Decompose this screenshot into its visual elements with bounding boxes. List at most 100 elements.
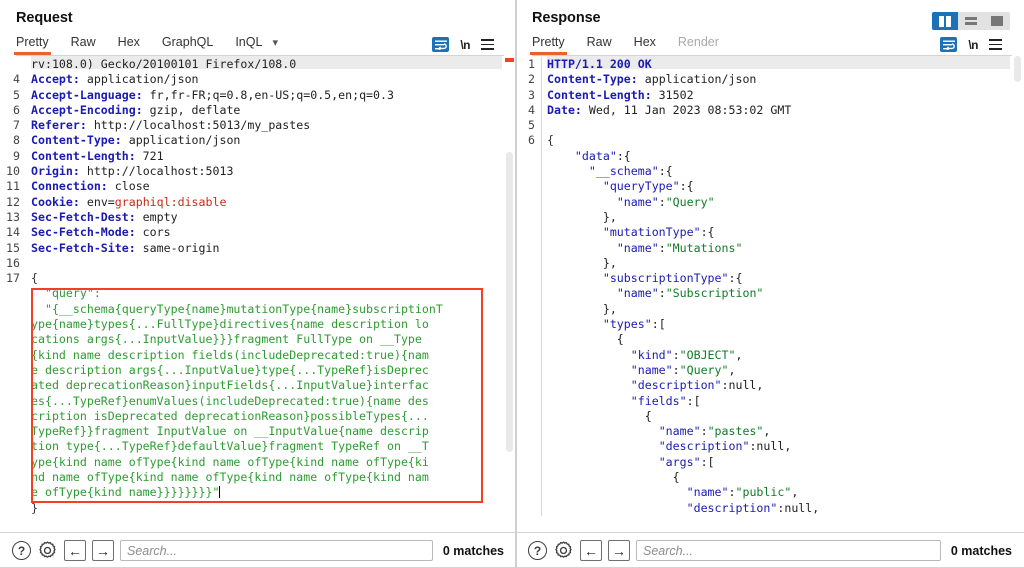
word-wrap-icon[interactable]	[940, 37, 957, 52]
code-text: Sec-Fetch-Mode: cors	[31, 225, 171, 240]
code-line: rv:108.0) Gecko/20100101 Firefox/108.0	[0, 57, 516, 72]
code-line: TypeRef}}fragment InputValue on __InputV…	[0, 424, 516, 439]
code-line: },	[516, 302, 1024, 317]
code-text: Sec-Fetch-Dest: empty	[31, 210, 178, 225]
line-number	[516, 195, 542, 210]
line-number: 16	[0, 256, 26, 271]
line-number	[0, 317, 26, 332]
code-text: "__schema":{	[547, 164, 673, 179]
chevron-down-icon[interactable]: ▾	[272, 36, 278, 53]
code-line: e ofType{kind name}}}}}}}}"	[0, 485, 516, 500]
code-text: {	[31, 271, 38, 286]
single-pane-view-button[interactable]	[984, 12, 1010, 30]
code-text: Accept-Encoding: gzip, deflate	[31, 103, 240, 118]
match-count-label: 0 matches	[951, 544, 1012, 558]
line-number	[0, 455, 26, 470]
request-panel: Request Pretty Raw Hex GraphQL InQL ▾	[0, 0, 516, 568]
line-number: 12	[0, 195, 26, 210]
gear-icon[interactable]	[553, 540, 574, 561]
tab-request-hex[interactable]: Hex	[118, 35, 140, 54]
line-number	[0, 348, 26, 363]
code-text: "description":null,	[547, 439, 791, 454]
line-number	[0, 394, 26, 409]
tab-response-pretty[interactable]: Pretty	[532, 35, 565, 54]
help-icon[interactable]: ?	[528, 541, 547, 560]
split-columns-view-button[interactable]	[932, 12, 958, 30]
code-text: ated deprecationReason}inputFields{...In…	[31, 378, 429, 393]
code-line: "name":"Query",	[516, 363, 1024, 378]
code-text: "types":[	[547, 317, 666, 332]
code-text: es{...TypeRef}enumValues(includeDeprecat…	[31, 394, 429, 409]
line-number	[516, 271, 542, 286]
response-scrollbar-thumb[interactable]	[1014, 56, 1021, 82]
response-editor[interactable]: 1HTTP/1.1 200 OK2Content-Type: applicati…	[516, 56, 1024, 532]
code-text: "name":"public",	[547, 485, 798, 500]
line-number	[0, 439, 26, 454]
newline-icon[interactable]: \n	[460, 38, 470, 52]
word-wrap-icon[interactable]	[432, 37, 449, 52]
code-line: "args":[	[516, 455, 1024, 470]
code-line: {	[516, 470, 1024, 485]
line-number: 13	[0, 210, 26, 225]
response-code-lines: 1HTTP/1.1 200 OK2Content-Type: applicati…	[516, 56, 1024, 516]
newline-icon[interactable]: \n	[968, 38, 978, 52]
search-prev-button[interactable]: ←	[64, 540, 86, 561]
request-scrollbar-thumb[interactable]	[506, 152, 513, 452]
line-number	[0, 286, 26, 301]
request-header: Request Pretty Raw Hex GraphQL InQL ▾	[0, 0, 516, 56]
code-line: tion type{...TypeRef}defaultValue}fragme…	[0, 439, 516, 454]
code-text: Origin: http://localhost:5013	[31, 164, 233, 179]
code-text: nd name ofType{kind name ofType{kind nam…	[31, 470, 429, 485]
line-number	[516, 501, 542, 516]
code-line: "fields":[	[516, 394, 1024, 409]
code-text: "data":{	[547, 149, 631, 164]
line-number	[0, 378, 26, 393]
line-number	[516, 164, 542, 179]
code-text: Sec-Fetch-Site: same-origin	[31, 241, 219, 256]
search-prev-button[interactable]: ←	[580, 540, 602, 561]
code-line: ype{kind name ofType{kind name ofType{ki…	[0, 455, 516, 470]
code-line: nd name ofType{kind name ofType{kind nam…	[0, 470, 516, 485]
search-input[interactable]	[636, 540, 941, 561]
code-text: {	[547, 409, 652, 424]
line-number: 6	[516, 133, 542, 148]
code-text: {	[547, 470, 680, 485]
code-text: "queryType":{	[547, 179, 694, 194]
search-next-button[interactable]: →	[92, 540, 114, 561]
request-code-lines: rv:108.0) Gecko/20100101 Firefox/108.04A…	[0, 56, 516, 516]
code-text: ype{kind name ofType{kind name ofType{ki…	[31, 455, 429, 470]
code-line: }	[0, 501, 516, 516]
code-line: 1HTTP/1.1 200 OK	[516, 57, 1024, 72]
line-number	[516, 409, 542, 424]
code-text: "mutationType":{	[547, 225, 715, 240]
tab-request-graphql[interactable]: GraphQL	[162, 35, 213, 54]
tab-request-raw[interactable]: Raw	[71, 35, 96, 54]
code-line: "description":null,	[516, 439, 1024, 454]
panel-divider[interactable]	[515, 0, 517, 568]
menu-icon[interactable]	[989, 39, 1002, 49]
line-number	[0, 501, 26, 516]
code-text: Content-Type: application/json	[547, 72, 756, 87]
line-number: 4	[0, 72, 26, 87]
code-line: 12Cookie: env=graphiql:disable	[0, 195, 516, 210]
request-editor[interactable]: rv:108.0) Gecko/20100101 Firefox/108.04A…	[0, 56, 516, 532]
code-text: Accept-Language: fr,fr-FR;q=0.8,en-US;q=…	[31, 88, 394, 103]
code-line: ated deprecationReason}inputFields{...In…	[0, 378, 516, 393]
search-next-button[interactable]: →	[608, 540, 630, 561]
menu-icon[interactable]	[481, 39, 494, 49]
scroll-match-marker	[505, 58, 514, 62]
help-icon[interactable]: ?	[12, 541, 31, 560]
line-number: 14	[0, 225, 26, 240]
code-line: "name":"Query"	[516, 195, 1024, 210]
code-text: },	[547, 256, 617, 271]
search-input[interactable]	[120, 540, 433, 561]
line-number	[0, 363, 26, 378]
split-rows-view-button[interactable]	[958, 12, 984, 30]
line-number	[0, 302, 26, 317]
gear-icon[interactable]	[37, 540, 58, 561]
tab-response-raw[interactable]: Raw	[587, 35, 612, 54]
line-number	[516, 363, 542, 378]
tab-request-pretty[interactable]: Pretty	[16, 35, 49, 54]
tab-request-inql[interactable]: InQL	[235, 35, 262, 54]
tab-response-hex[interactable]: Hex	[634, 35, 656, 54]
